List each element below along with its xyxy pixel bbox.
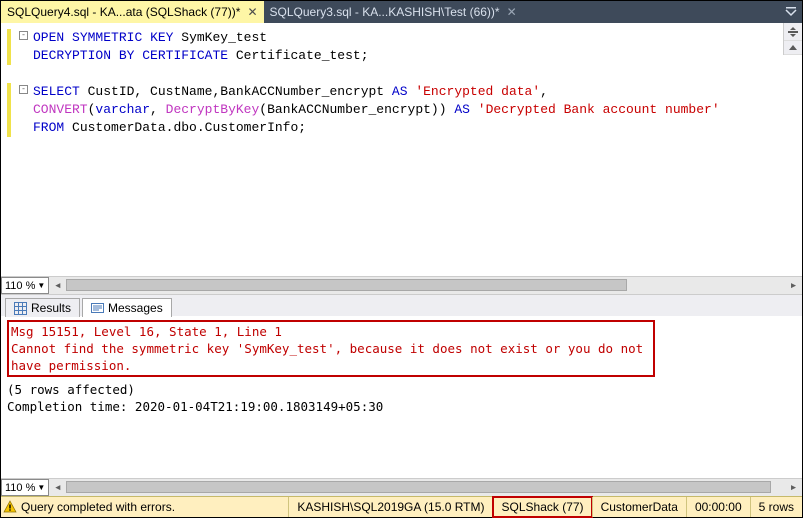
messages-zoom-selector[interactable]: 110 % ▼ <box>1 479 49 496</box>
tab-inactive[interactable]: SQLQuery3.sql - KA...KASHISH\Test (66))*… <box>264 1 523 23</box>
messages-icon <box>91 302 104 315</box>
editor-zoom-row: 110 % ▼ ◂ ▸ <box>1 276 802 294</box>
messages-hscrollbar[interactable]: ◂ ▸ <box>49 479 802 496</box>
change-marker <box>7 29 11 65</box>
tab-results-label: Results <box>31 301 71 315</box>
results-tabstrip: Results Messages <box>1 294 802 316</box>
status-text: Query completed with errors. <box>19 500 288 514</box>
tab-active[interactable]: SQLQuery4.sql - KA...ata (SQLShack (77))… <box>1 1 264 23</box>
status-bar: Query completed with errors. KASHISH\SQL… <box>1 496 802 517</box>
chevron-down-icon: ▼ <box>37 281 45 290</box>
fold-toggle-icon[interactable]: - <box>19 31 28 40</box>
tab-active-label: SQLQuery4.sql - KA...ata (SQLShack (77))… <box>7 5 240 19</box>
messages-pane[interactable]: Msg 15151, Level 16, State 1, Line 1 Can… <box>1 316 802 478</box>
grid-icon <box>14 302 27 315</box>
status-rowcount: 5 rows <box>750 497 802 517</box>
error-message-box: Msg 15151, Level 16, State 1, Line 1 Can… <box>7 320 655 377</box>
editor-zoom-value: 110 % <box>5 280 35 292</box>
scroll-left-icon[interactable]: ◂ <box>49 277 66 294</box>
messages-zoom-row: 110 % ▼ ◂ ▸ <box>1 478 802 496</box>
scroll-right-icon[interactable]: ▸ <box>785 479 802 496</box>
tab-inactive-label: SQLQuery3.sql - KA...KASHISH\Test (66))* <box>270 5 500 19</box>
change-marker <box>7 83 11 137</box>
code-text[interactable]: OPEN SYMMETRIC KEY SymKey_test DECRYPTIO… <box>29 23 802 276</box>
tab-results[interactable]: Results <box>5 298 80 317</box>
error-body: Cannot find the symmetric key 'SymKey_te… <box>11 340 651 374</box>
document-tabstrip: SQLQuery4.sql - KA...ata (SQLShack (77))… <box>1 1 802 23</box>
status-server: KASHISH\SQL2019GA (15.0 RTM) <box>288 497 492 517</box>
editor-zoom-selector[interactable]: 110 % ▼ <box>1 277 49 294</box>
tab-messages-label: Messages <box>108 301 163 315</box>
split-horizontal-icon[interactable] <box>784 23 802 41</box>
scroll-up-icon[interactable] <box>784 41 802 55</box>
fold-toggle-icon[interactable]: - <box>19 85 28 94</box>
scroll-left-icon[interactable]: ◂ <box>49 479 66 496</box>
messages-zoom-value: 110 % <box>5 482 35 494</box>
error-header: Msg 15151, Level 16, State 1, Line 1 <box>11 323 651 340</box>
tab-overflow-menu[interactable] <box>780 1 802 23</box>
status-database: CustomerData <box>592 497 686 517</box>
close-icon[interactable]: ✕ <box>247 5 257 19</box>
completion-time: Completion time: 2020-01-04T21:19:00.180… <box>7 398 796 415</box>
fold-gutter: - - <box>1 23 29 276</box>
editor-hscrollbar[interactable]: ◂ ▸ <box>49 277 802 294</box>
editor-side-toolbar <box>783 23 802 55</box>
chevron-down-icon: ▼ <box>37 483 45 492</box>
tab-messages[interactable]: Messages <box>82 298 172 317</box>
warning-icon <box>1 500 19 514</box>
scroll-right-icon[interactable]: ▸ <box>785 277 802 294</box>
rows-affected: (5 rows affected) <box>7 381 796 398</box>
status-elapsed: 00:00:00 <box>686 497 750 517</box>
close-icon[interactable]: ✕ <box>507 5 517 19</box>
status-user: SQLShack (77) <box>493 497 592 517</box>
sql-editor[interactable]: - - OPEN SYMMETRIC KEY SymKey_test DECRY… <box>1 23 802 276</box>
